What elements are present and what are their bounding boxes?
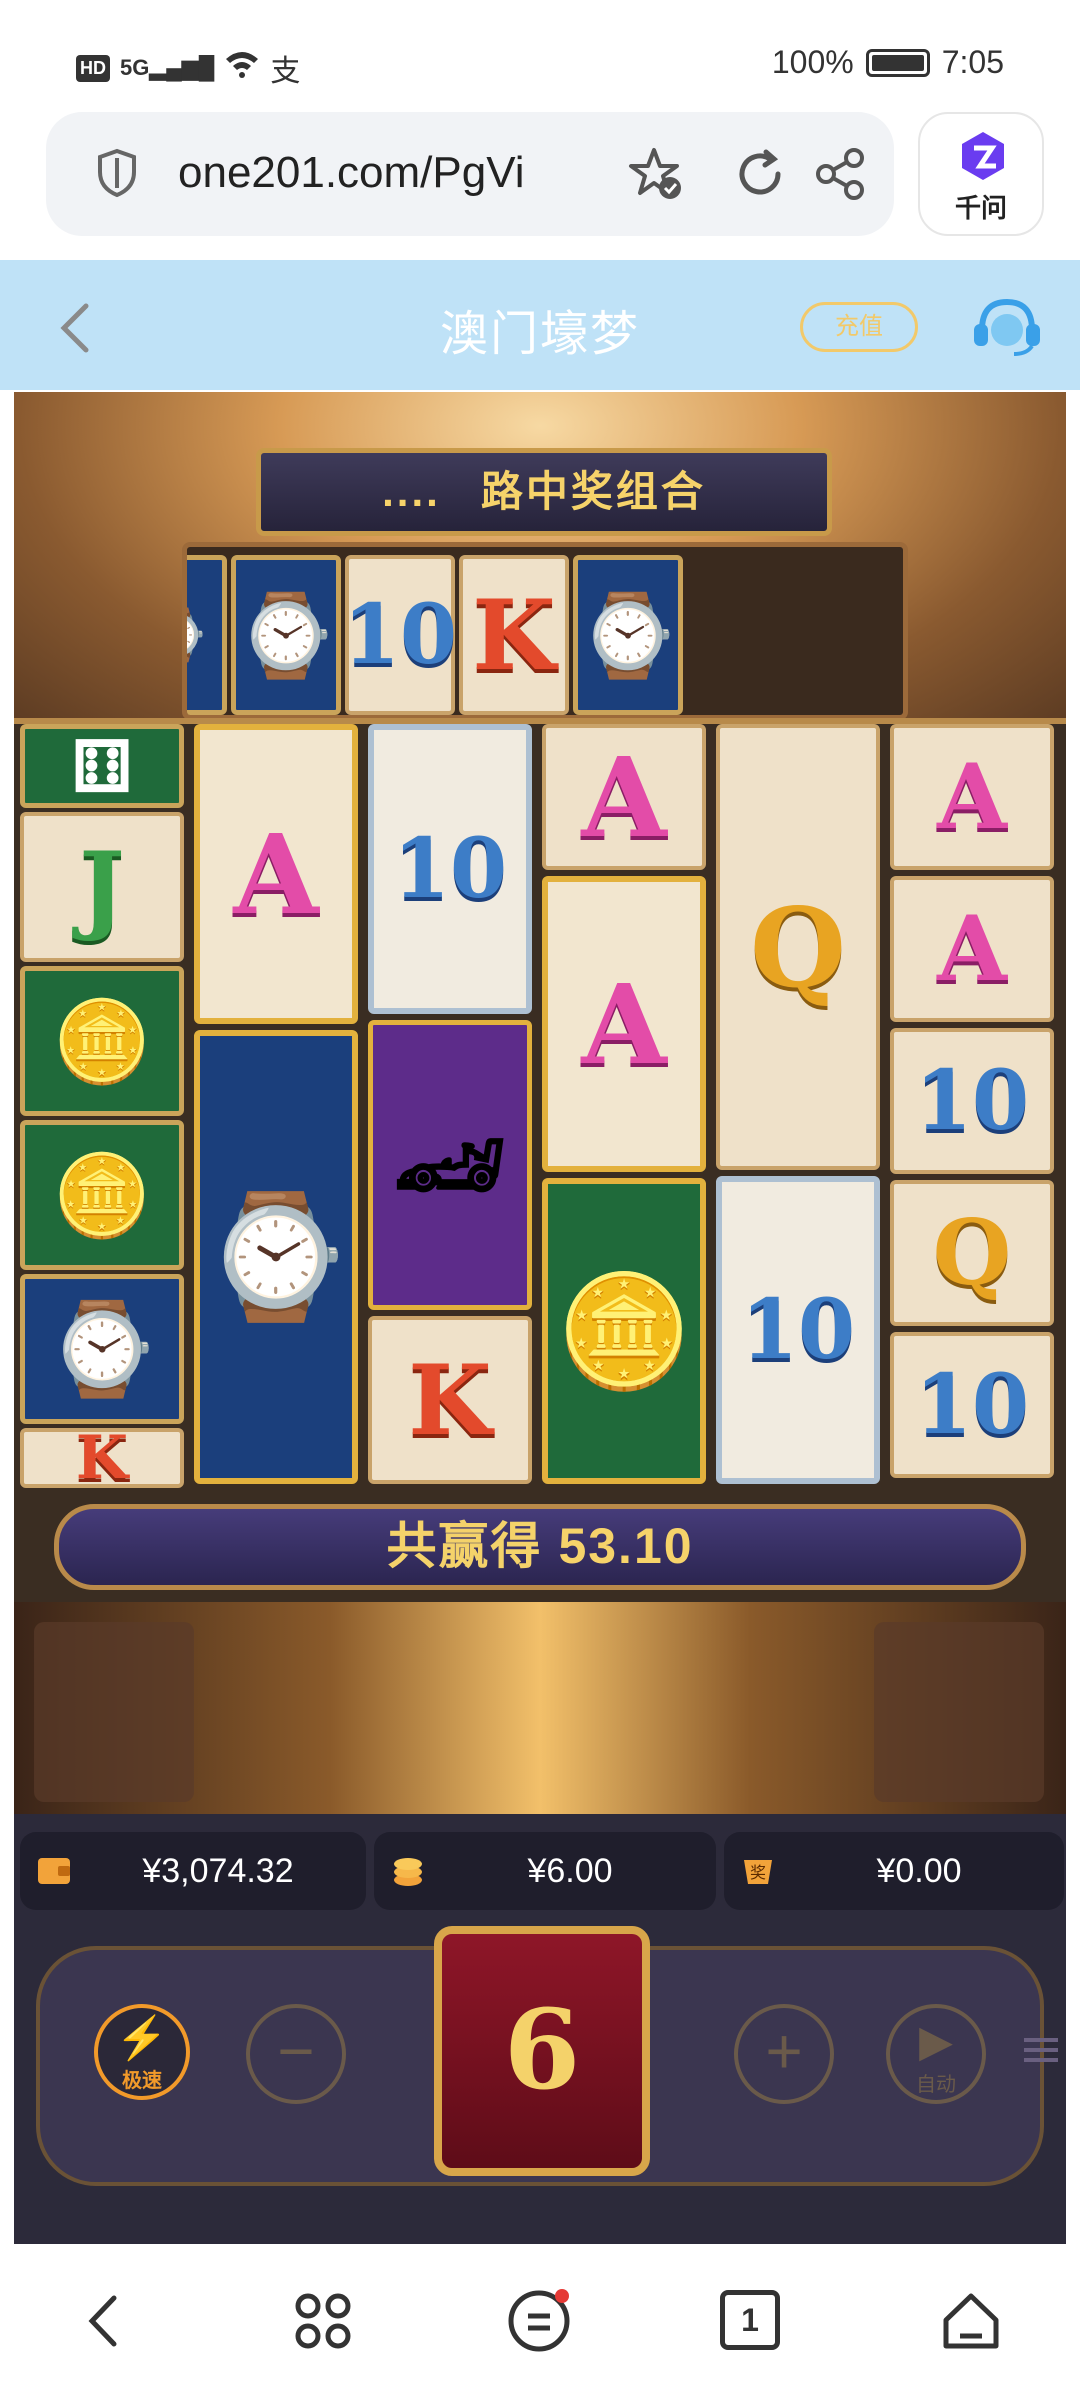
casino-scene-image [14, 1602, 1066, 1814]
symbol-K: K [20, 1423, 184, 1493]
chips-symbol: 🪙 [20, 1120, 184, 1270]
play-icon: ▶ [919, 2017, 953, 2066]
tabs-button[interactable]: 1 [720, 2290, 780, 2350]
qianwen-logo-icon [962, 132, 1004, 180]
symbol-K: K [459, 555, 569, 715]
dice-symbol: ⚅ [20, 724, 184, 808]
qianwen-button[interactable]: 千问 [918, 112, 1044, 236]
symbol-J: J [20, 812, 184, 962]
home-icon[interactable] [936, 2286, 1006, 2356]
symbol-A: A [890, 724, 1054, 870]
minus-icon: − [277, 2015, 315, 2087]
top-reel-row: ⌚ ⌚ 10 K ⌚ [182, 542, 908, 720]
battery-percent: 100% [771, 44, 854, 80]
symbol-Q: Q [716, 724, 880, 1170]
symbol-A: A [194, 724, 358, 1024]
autoplay-label: 自动 [916, 2074, 956, 2096]
wifi-icon [224, 49, 260, 87]
car-symbol: 🏎 [368, 1020, 532, 1310]
watch-symbol: ⌚ [231, 555, 341, 715]
balance-panel: ¥3,074.32 [20, 1832, 366, 1910]
increase-bet-button[interactable]: + [734, 2004, 834, 2104]
status-left-icons: HD 5G▂▄▆█ 支 [76, 46, 300, 90]
refresh-icon[interactable] [730, 144, 790, 204]
autoplay-button[interactable]: ▶ 自动 [886, 2004, 986, 2104]
balance-value: ¥3,074.32 [142, 1852, 294, 1890]
back-icon[interactable] [72, 2286, 142, 2356]
symbol-10: 10 [368, 724, 532, 1014]
menu-icon[interactable] [1024, 2032, 1058, 2072]
chips-symbol: 🪙 [542, 1178, 706, 1484]
symbol-10: 10 [716, 1176, 880, 1484]
symbol-Q: Q [890, 1180, 1054, 1326]
status-bar: HD 5G▂▄▆█ 支 100% 7:05 [0, 0, 1080, 100]
menu-circle-icon[interactable] [504, 2286, 574, 2356]
decrease-bet-button[interactable]: − [246, 2004, 346, 2104]
clock: 7:05 [941, 44, 1004, 80]
symbol-10: 10 [890, 1028, 1054, 1174]
turbo-label: 极速 [122, 2070, 162, 2092]
qianwen-label: 千问 [954, 193, 1007, 223]
win-panel: 奖 ¥0.00 [724, 1832, 1064, 1910]
ways-banner: .... 路中奖组合 [256, 448, 832, 536]
tab-count: 1 [741, 2302, 759, 2338]
spin-value: 6 [503, 1985, 581, 2114]
symbol-A: A [542, 876, 706, 1172]
signal-5g-icon: 5G▂▄▆█ [120, 55, 215, 80]
slot-machine-decor [874, 1622, 1044, 1802]
last-win-value: ¥0.00 [876, 1852, 962, 1890]
status-right: 100% 7:05 [772, 44, 1004, 81]
bet-panel: ¥6.00 [374, 1832, 716, 1910]
ways-label: 路中奖组合 [480, 468, 706, 515]
win-amount: 53.10 [558, 1518, 694, 1574]
battery-icon [865, 48, 930, 77]
shield-icon[interactable] [96, 148, 138, 198]
share-icon[interactable] [810, 144, 870, 204]
browser-nav-bar: 1 [0, 2244, 1080, 2388]
slot-machine-decor [34, 1622, 194, 1802]
symbol-A: A [890, 876, 1054, 1022]
app-header: 澳门壕梦 充值 [0, 260, 1080, 390]
symbol-A: A [542, 724, 706, 870]
page-title: 澳门壕梦 [439, 308, 640, 361]
lightning-icon: ⚡ [115, 2014, 169, 2061]
total-win-bar: 共赢得 53.10 [54, 1504, 1026, 1590]
watch-symbol: ⌚ [187, 555, 227, 715]
apps-icon[interactable] [288, 2286, 358, 2356]
watch-symbol: ⌚ [573, 555, 683, 715]
turbo-button[interactable]: ⚡ 极速 [94, 2004, 190, 2100]
customer-service-icon[interactable] [972, 296, 1042, 358]
watch-symbol: ⌚ [194, 1030, 358, 1484]
slot-game[interactable]: ....路中奖组合 ⌚ ⌚ 10 K ⌚ ⚅ J 🪙 🪙 ⌚ K A ⌚ 10 … [14, 392, 1066, 2244]
symbol-10: 10 [890, 1332, 1054, 1478]
hd-icon: HD [76, 54, 110, 82]
url-text[interactable]: one201.com/PgVi [178, 148, 598, 198]
alipay-icon: 支 [270, 55, 301, 88]
symbol-10: 10 [343, 555, 457, 715]
recharge-button[interactable]: 充值 [800, 302, 918, 352]
watch-symbol: ⌚ [20, 1274, 184, 1424]
plus-icon: + [765, 2015, 803, 2087]
ways-count: .... [382, 468, 441, 515]
favorite-star-icon[interactable] [626, 144, 686, 204]
chips-symbol: 🪙 [20, 966, 184, 1116]
bet-value: ¥6.00 [527, 1852, 613, 1890]
symbol-K: K [368, 1316, 532, 1484]
win-label: 共赢得 [386, 1518, 543, 1574]
spin-button[interactable]: 6 [434, 1926, 650, 2176]
address-bar[interactable]: one201.com/PgVi [46, 112, 894, 236]
